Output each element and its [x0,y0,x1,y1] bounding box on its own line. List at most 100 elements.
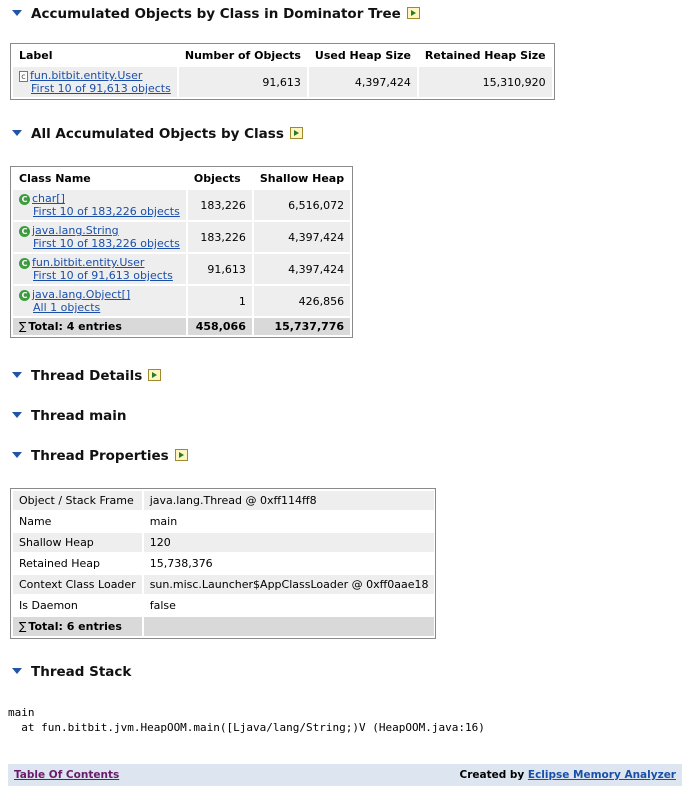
section-header-thread-stack[interactable]: Thread Stack [12,664,131,680]
section-header-all-accumulated[interactable]: All Accumulated Objects by Class [12,126,303,142]
objects-cell: 1 [187,286,252,316]
table-row: c fun.bitbit.entity.User First 10 of 91,6… [13,67,552,97]
eclipse-mat-link[interactable]: Eclipse Memory Analyzer [528,769,676,781]
property-value: 120 [143,533,435,552]
total-empty-cell [143,617,435,636]
shallow-heap-cell: 4,397,424 [253,254,351,284]
objects-link[interactable]: First 10 of 91,613 objects [31,82,171,95]
col-header-used-heap[interactable]: Used Heap Size [308,46,417,65]
property-value: sun.misc.Launcher$AppClassLoader @ 0xff0… [143,575,435,594]
objects-link[interactable]: All 1 objects [33,301,100,314]
table-row: Context Class Loader sun.misc.Launcher$Ap… [13,575,435,594]
table-row: Retained Heap 15,738,376 [13,554,435,573]
shallow-heap-cell: 4,397,424 [253,222,351,252]
class-cell: Cjava.lang.Object[] All 1 objects [13,286,186,316]
created-by: Created by Eclipse Memory Analyzer [459,769,676,781]
property-value: 15,738,376 [143,554,435,573]
property-value: main [143,512,435,531]
col-header-label[interactable]: Label [13,46,177,65]
open-in-new-icon[interactable] [148,369,162,381]
col-header-number-of-objects[interactable]: Number of Objects [178,46,307,65]
objects-link[interactable]: First 10 of 183,226 objects [33,205,180,218]
class-cell: Cfun.bitbit.entity.User First 10 of 91,61… [13,254,186,284]
class-icon: C [19,225,30,237]
stack-line: main [8,706,35,719]
section-title: Thread Properties [31,448,169,464]
section-title: Thread main [31,408,127,424]
table-row: Object / Stack Frame java.lang.Thread @ 0… [13,491,435,510]
class-table: Class Name Objects Shallow Heap Cchar[] F… [10,166,354,338]
class-cell: Cchar[] First 10 of 183,226 objects [13,190,186,220]
class-icon: C [19,257,30,269]
expand-triangle-icon[interactable] [12,372,22,378]
total-row: ∑ Total: 4 entries 458,066 15,737,776 [13,318,351,335]
section-title: Thread Details [31,368,143,384]
label-cell: c fun.bitbit.entity.User First 10 of 91,6… [13,67,177,97]
section-header-thread-main[interactable]: Thread main [12,408,127,424]
section-title: All Accumulated Objects by Class [31,126,284,142]
retained-heap-cell: 15,310,920 [418,67,552,97]
object-instance-icon: c [19,70,28,82]
property-key: Retained Heap [13,554,142,573]
table-of-contents-link[interactable]: Table Of Contents [14,769,119,781]
total-shallow-cell: 15,737,776 [253,318,351,335]
total-label-cell: ∑ Total: 4 entries [13,318,186,335]
property-value: false [143,596,435,615]
properties-table: Object / Stack Frame java.lang.Thread @ 0… [10,488,436,639]
objects-cell: 91,613 [187,254,252,284]
dominator-table: Label Number of Objects Used Heap Size R… [10,43,555,100]
expand-triangle-icon[interactable] [12,10,22,16]
created-by-label: Created by [459,769,525,781]
expand-triangle-icon[interactable] [12,130,22,136]
table-row: Cjava.lang.Object[] All 1 objects 1 426,8… [13,286,351,316]
total-label: Total: 6 entries [28,620,122,633]
total-label: Total: 4 entries [28,320,122,333]
expand-triangle-icon[interactable] [12,668,22,674]
class-link[interactable]: char[] [32,192,65,205]
property-value: java.lang.Thread @ 0xff114ff8 [143,491,435,510]
total-label-cell: ∑ Total: 6 entries [13,617,142,636]
objects-cell: 183,226 [187,222,252,252]
section-header-thread-details[interactable]: Thread Details [12,368,162,384]
objects-link[interactable]: First 10 of 183,226 objects [33,237,180,250]
objects-link[interactable]: First 10 of 91,613 objects [33,269,173,282]
thread-stack-text: main at fun.bitbit.jvm.HeapOOM.main([Lja… [8,705,485,735]
class-icon: C [19,289,30,301]
col-header-objects[interactable]: Objects [187,169,252,188]
stack-line: at fun.bitbit.jvm.HeapOOM.main([Ljava/la… [8,721,485,734]
open-in-new-icon[interactable] [289,127,303,139]
open-in-new-icon[interactable] [406,7,420,19]
expand-triangle-icon[interactable] [12,452,22,458]
total-objects-cell: 458,066 [187,318,252,335]
shallow-heap-cell: 6,516,072 [253,190,351,220]
table-row: Is Daemon false [13,596,435,615]
class-cell: Cjava.lang.String First 10 of 183,226 obj… [13,222,186,252]
open-in-new-icon[interactable] [174,449,188,461]
class-icon: C [19,193,30,205]
table-row: Name main [13,512,435,531]
expand-triangle-icon[interactable] [12,412,22,418]
property-key: Object / Stack Frame [13,491,142,510]
footer-bar: Table Of Contents Created by Eclipse Mem… [8,764,682,786]
table-row: Shallow Heap 120 [13,533,435,552]
section-header-thread-properties[interactable]: Thread Properties [12,448,188,464]
col-header-shallow-heap[interactable]: Shallow Heap [253,169,351,188]
property-key: Name [13,512,142,531]
table-row: Cjava.lang.String First 10 of 183,226 obj… [13,222,351,252]
table-row: Cfun.bitbit.entity.User First 10 of 91,61… [13,254,351,284]
total-row: ∑ Total: 6 entries [13,617,435,636]
class-link[interactable]: fun.bitbit.entity.User [30,69,142,82]
table-row: Cchar[] First 10 of 183,226 objects 183,2… [13,190,351,220]
class-link[interactable]: java.lang.Object[] [32,288,130,301]
col-header-class-name[interactable]: Class Name [13,169,186,188]
class-link[interactable]: fun.bitbit.entity.User [32,256,144,269]
property-key: Shallow Heap [13,533,142,552]
number-of-objects-cell: 91,613 [178,67,307,97]
shallow-heap-cell: 426,856 [253,286,351,316]
section-header-dominator[interactable]: Accumulated Objects by Class in Dominato… [12,6,420,22]
class-link[interactable]: java.lang.String [32,224,119,237]
objects-cell: 183,226 [187,190,252,220]
property-key: Context Class Loader [13,575,142,594]
col-header-retained-heap[interactable]: Retained Heap Size [418,46,552,65]
sigma-icon: ∑ [19,620,27,633]
